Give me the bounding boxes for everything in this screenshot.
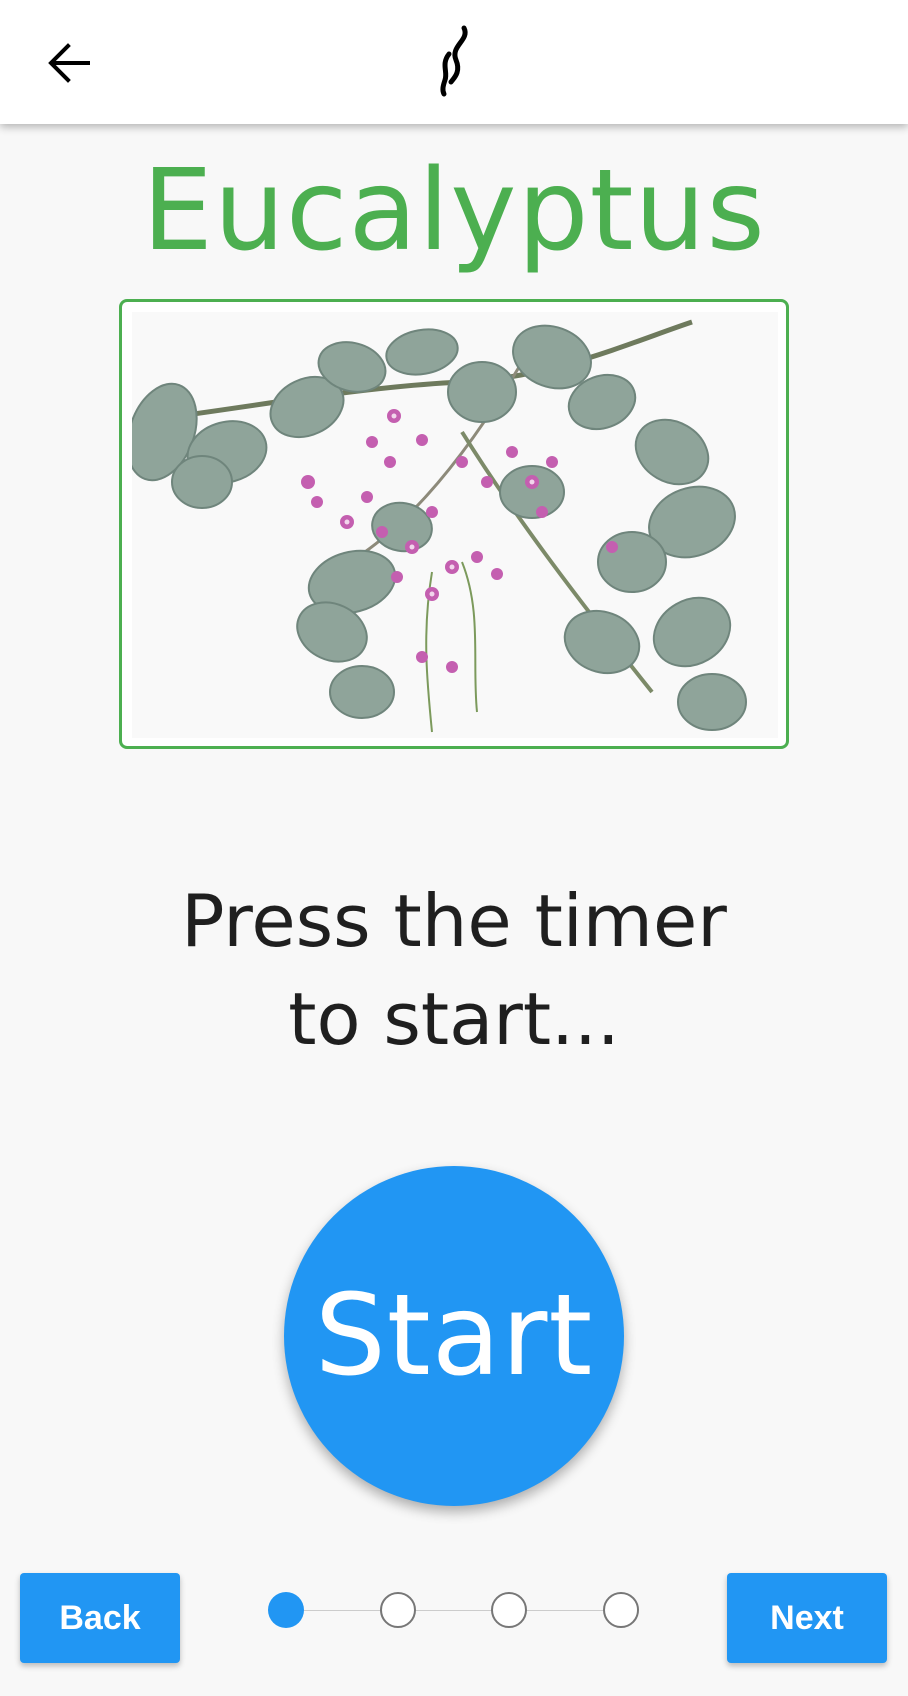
eucalyptus-photo: [132, 312, 778, 738]
step-connector-line: [287, 1610, 621, 1611]
timer-instruction-text: Press the timer to start...: [181, 879, 727, 1061]
page-title: Eucalyptus: [142, 146, 766, 276]
app-bar: [0, 0, 908, 124]
start-button-label: Start: [314, 1271, 594, 1401]
start-timer-button[interactable]: Start: [284, 1166, 624, 1506]
step-dot-4[interactable]: [603, 1592, 639, 1628]
step-dot-1[interactable]: [268, 1592, 304, 1628]
step-indicator: [266, 1590, 642, 1632]
back-button[interactable]: Back: [20, 1573, 180, 1663]
step-dot-2[interactable]: [380, 1592, 416, 1628]
oil-image-frame: [119, 299, 789, 749]
wavy-steam-logo-icon: [440, 25, 468, 97]
next-button[interactable]: Next: [727, 1573, 887, 1663]
step-dot-3[interactable]: [491, 1592, 527, 1628]
arrow-left-icon[interactable]: [44, 38, 94, 88]
